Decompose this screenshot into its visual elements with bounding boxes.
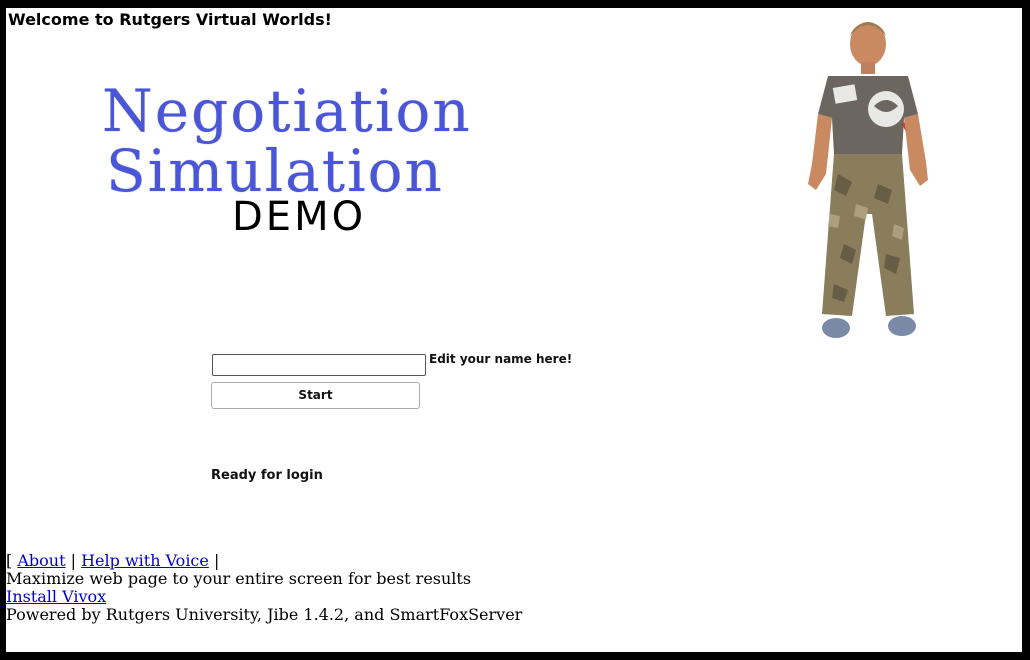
page-canvas: Welcome to Rutgers Virtual Worlds! Negot… [6,8,1022,652]
powered-by-text: Powered by Rutgers University, Jibe 1.4.… [6,605,523,624]
about-link[interactable]: About [17,551,65,570]
help-with-voice-link[interactable]: Help with Voice [81,551,209,570]
welcome-heading: Welcome to Rutgers Virtual Worlds! [8,10,332,29]
title-simulation: Simulation [106,137,444,205]
link-separator: | [70,551,76,570]
name-input[interactable] [212,354,426,376]
start-button[interactable]: Start [211,382,420,409]
avatar-character-image [808,22,928,338]
install-vivox-link[interactable]: Install Vivox [6,587,106,606]
footer: [ About | Help with Voice | Maximize web… [6,552,522,624]
open-bracket: [ [6,551,13,570]
maximize-note: Maximize web page to your entire screen … [6,569,472,588]
login-status-text: Ready for login [211,468,323,483]
name-hint-label: Edit your name here! [429,352,573,366]
title-demo: DEMO [232,194,367,240]
footer-links-row: [ About | Help with Voice | [6,552,522,570]
title-negotiation: Negotiation [102,77,472,145]
link-separator: | [213,551,220,570]
